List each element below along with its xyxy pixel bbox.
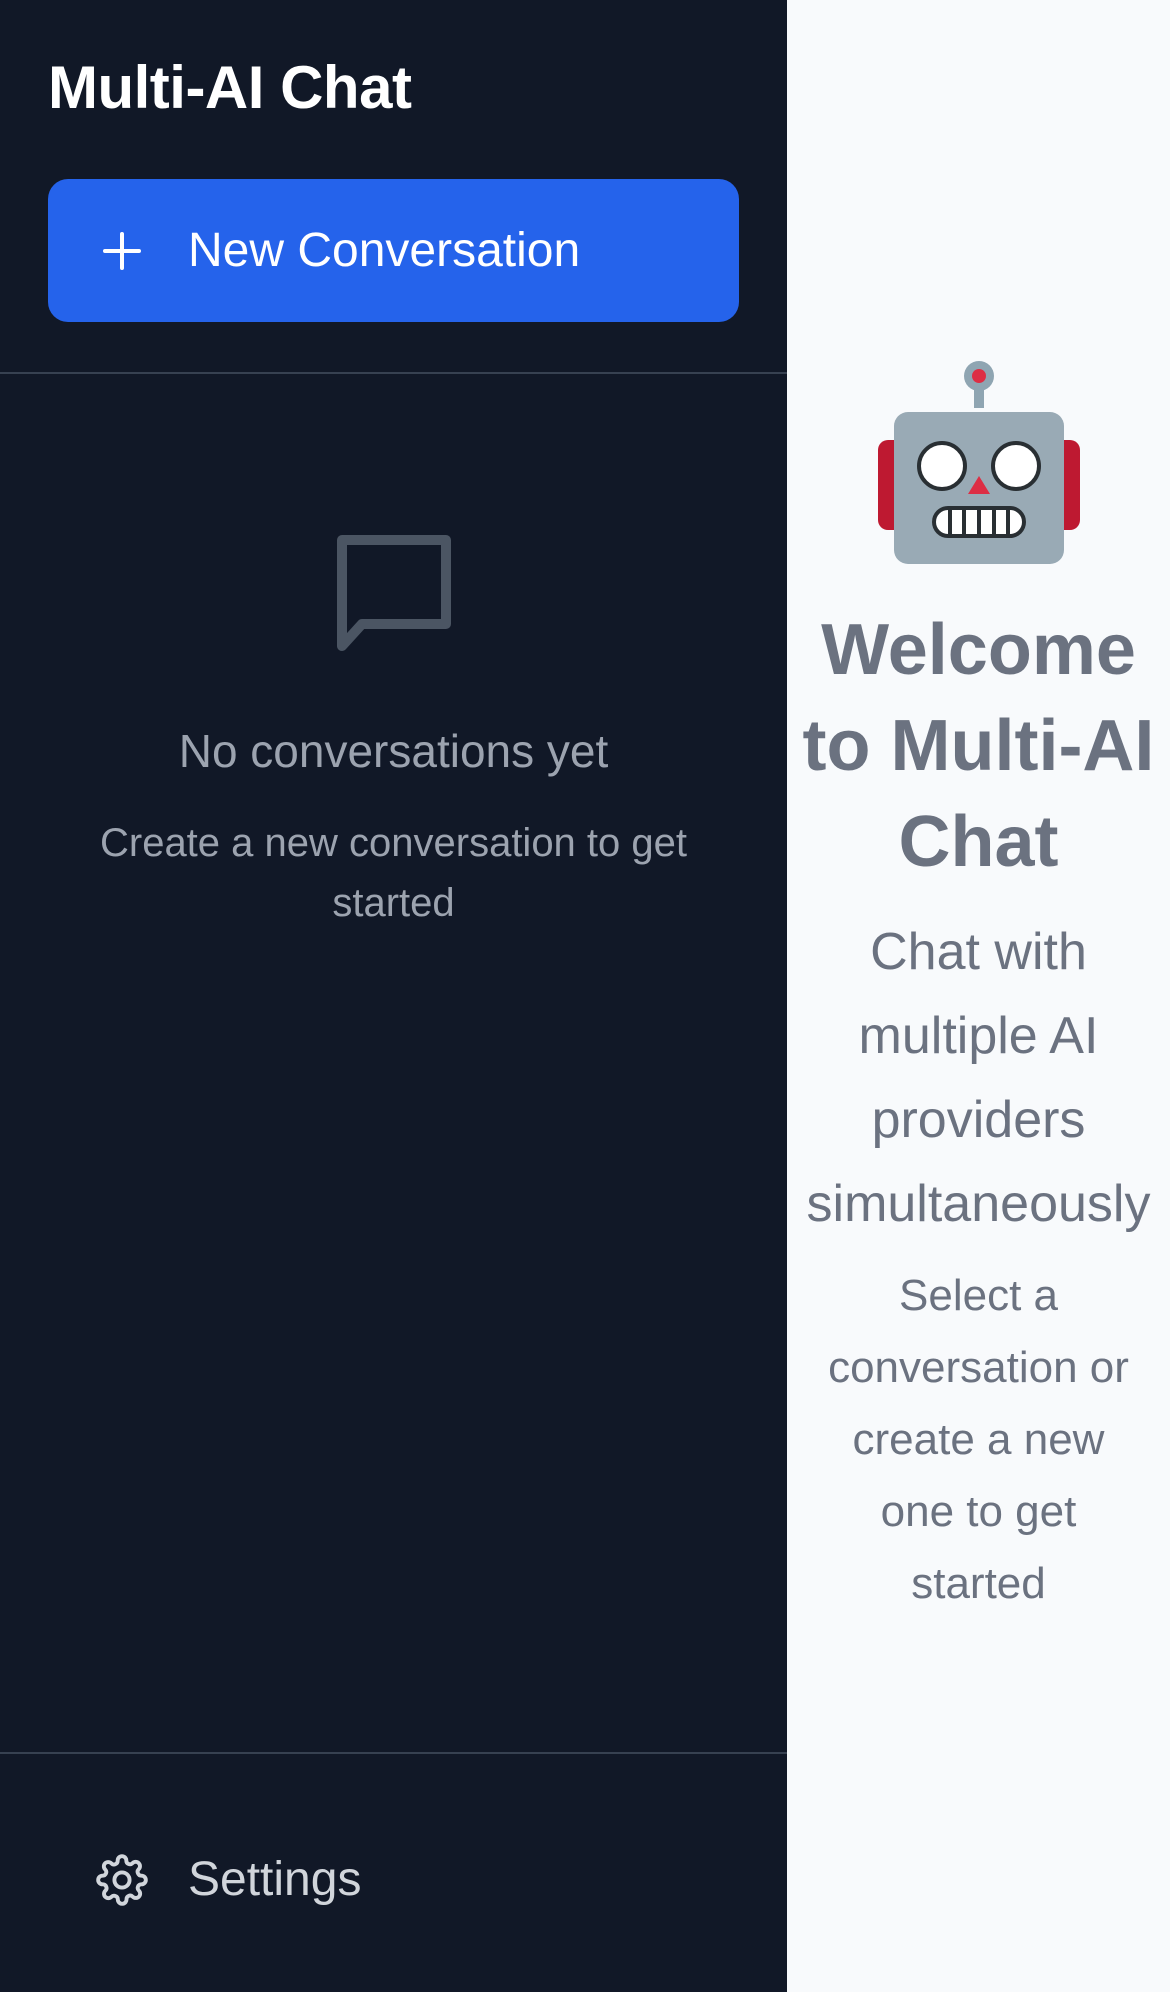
welcome-title: Welcome to Multi-AI Chat: [802, 610, 1155, 882]
conversation-list: No conversations yet Create a new conver…: [0, 374, 787, 1752]
new-conversation-label: New Conversation: [188, 224, 581, 277]
main-panel: Welcome to Multi-AI Chat Chat with multi…: [787, 0, 1170, 1992]
app-root: Multi-AI Chat New Conversation No conver…: [0, 0, 1170, 1992]
sidebar-header: Multi-AI Chat New Conversation: [0, 0, 787, 374]
welcome-hint-line: conversation or: [828, 1343, 1129, 1392]
new-conversation-button[interactable]: New Conversation: [48, 179, 739, 322]
app-title: Multi-AI Chat: [48, 54, 412, 121]
welcome-hint-line: create a new: [852, 1415, 1105, 1464]
sidebar: Multi-AI Chat New Conversation No conver…: [0, 0, 787, 1992]
welcome-subtitle-line: Chat with: [870, 923, 1087, 981]
welcome-subtitle: Chat with multiple AI providers simultan…: [787, 910, 1170, 1246]
message-square-icon: [332, 530, 456, 654]
empty-state-title: No conversations yet: [178, 725, 609, 777]
robot-icon: [877, 361, 1080, 564]
empty-state-subtitle: Create a new conversation to get started: [99, 821, 687, 925]
welcome-subtitle-line: simultaneously: [806, 1175, 1151, 1233]
gear-icon: [96, 1853, 148, 1906]
sidebar-footer: Settings: [0, 1752, 787, 1992]
welcome-hint-line: Select a: [899, 1271, 1058, 1320]
welcome-panel: Welcome to Multi-AI Chat Chat with multi…: [787, 360, 1170, 1620]
welcome-subtitle-line: providers: [871, 1091, 1086, 1149]
welcome-hint-line: one to get: [880, 1487, 1077, 1536]
welcome-hint-line: started: [911, 1559, 1046, 1608]
welcome-subtitle-line: multiple AI: [858, 1007, 1099, 1065]
empty-state: No conversations yet Create a new conver…: [0, 530, 787, 933]
plus-icon: [102, 231, 142, 271]
settings-button[interactable]: Settings: [96, 1852, 361, 1907]
welcome-hint: Select a conversation or create a new on…: [787, 1260, 1170, 1620]
settings-label: Settings: [188, 1853, 362, 1906]
